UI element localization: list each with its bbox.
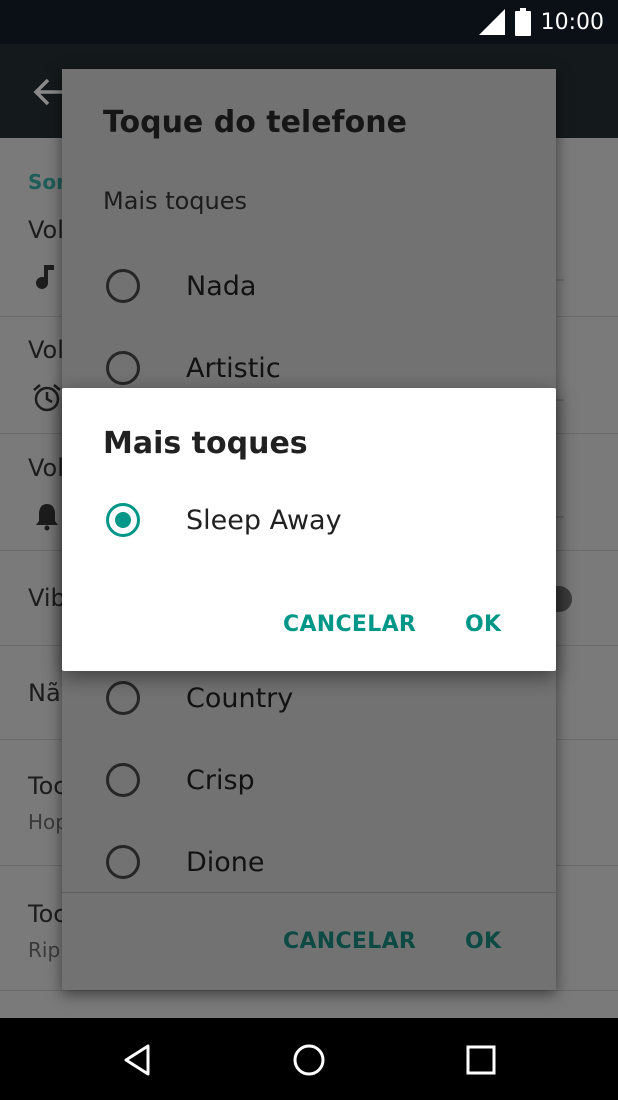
dialog-title: Toque do telefone (103, 105, 407, 140)
setting-title[interactable]: Vib (28, 584, 66, 612)
signal-icon (478, 9, 505, 35)
nav-back-icon[interactable] (118, 1040, 158, 1080)
ringtone-label: Nada (186, 271, 257, 302)
cancel-button[interactable]: CANCELAR (283, 612, 416, 637)
section-header: Sor (28, 170, 67, 194)
dialog-subtitle[interactable]: Mais toques (103, 187, 247, 215)
setting-title[interactable]: Toc (28, 900, 66, 928)
ringtone-label: Dione (186, 847, 265, 878)
bell-icon (36, 504, 58, 531)
nav-recents-icon[interactable] (461, 1040, 501, 1080)
setting-title[interactable]: Toc (28, 772, 66, 800)
status-bar: 10:00 (0, 0, 618, 44)
ringtone-label: Country (186, 683, 294, 714)
music-note-icon (36, 265, 54, 289)
radio-button[interactable] (106, 351, 140, 385)
setting-title[interactable]: Nã (28, 679, 61, 707)
setting-summary: Rip (28, 938, 61, 962)
nav-home-icon[interactable] (289, 1040, 329, 1080)
ok-button[interactable]: OK (465, 929, 501, 954)
divider (62, 892, 556, 893)
radio-selected-dot (115, 512, 131, 528)
alarm-clock-icon (33, 384, 61, 412)
radio-button-selected[interactable] (106, 503, 140, 537)
more-ringtones-dialog: Mais toques Sleep Away CANCELAR OK (62, 388, 556, 671)
ringtone-option[interactable]: Crisp (62, 741, 556, 817)
radio-button[interactable] (106, 681, 140, 715)
radio-button[interactable] (106, 763, 140, 797)
ringtone-label: Artistic (186, 353, 281, 384)
cancel-button[interactable]: CANCELAR (283, 929, 416, 954)
radio-button[interactable] (106, 269, 140, 303)
ringtone-label[interactable]: Sleep Away (186, 505, 342, 536)
divider (0, 990, 618, 991)
ringtone-option[interactable]: Dione (62, 823, 556, 899)
setting-title[interactable]: Vol (28, 216, 64, 244)
navigation-bar (0, 1018, 618, 1100)
ok-button[interactable]: OK (465, 612, 501, 637)
setting-title[interactable]: Vol (28, 454, 64, 482)
ringtone-label: Crisp (186, 765, 255, 796)
status-icons: 10:00 (478, 8, 604, 36)
dialog-title: Mais toques (103, 426, 308, 461)
status-time: 10:00 (540, 9, 604, 35)
ringtone-option[interactable]: Nada (62, 247, 556, 323)
battery-icon (514, 8, 531, 36)
radio-button[interactable] (106, 845, 140, 879)
back-arrow-icon[interactable] (30, 74, 66, 110)
setting-title[interactable]: Vol (28, 336, 64, 364)
